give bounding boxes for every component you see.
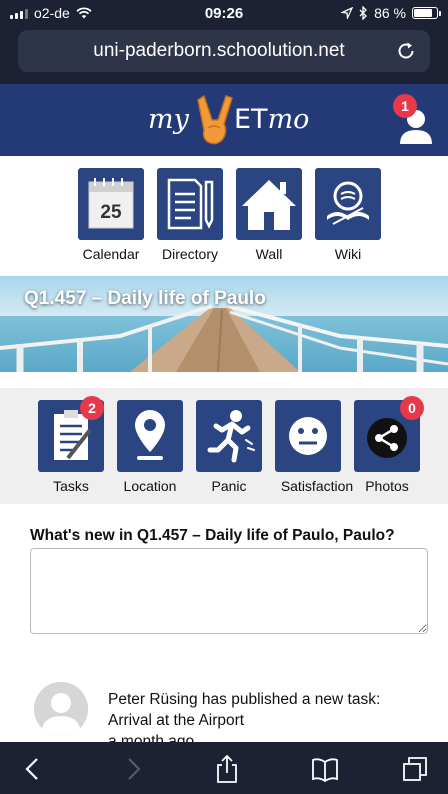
logo-et-text: ETmo: [234, 104, 309, 135]
group-banner: Q1.457 – Daily life of Paulo: [0, 276, 448, 372]
url-bar[interactable]: uni-paderborn.schoolution.net: [18, 30, 430, 72]
reload-icon[interactable]: [394, 39, 418, 63]
feed-item-line1: Peter Rüsing has published a new task:: [108, 691, 381, 708]
feed-item-line2: Arrival at the Airport: [108, 712, 245, 729]
logo-mo-text: mo: [267, 104, 310, 135]
status-bar: o2-de 09:26 86 %: [0, 0, 448, 26]
logo-my-text: my: [148, 104, 189, 135]
profile-button[interactable]: 1: [390, 94, 434, 144]
action-bar: 2 0 Tasks Location Panic Satisfaction Ph…: [0, 388, 448, 504]
logo-et-caps: ET: [234, 104, 268, 135]
notification-badge: 1: [393, 94, 417, 118]
battery-icon: [412, 7, 441, 19]
top-nav: 25 Calendar Directory Wall Wiki: [0, 156, 448, 274]
bookmarks-icon[interactable]: [310, 754, 340, 784]
calendar-day: 25: [100, 202, 122, 223]
wiki-label[interactable]: Wiki: [302, 246, 394, 262]
app-logo[interactable]: my ETmo: [130, 90, 320, 150]
battery-percent: 86 %: [374, 5, 406, 21]
app-header: my ETmo 1: [0, 84, 448, 156]
post-input[interactable]: [30, 548, 428, 634]
victory-hand-icon: [197, 94, 233, 145]
panic-runner-icon: [207, 410, 255, 463]
panic-tile[interactable]: [196, 400, 262, 472]
forward-icon[interactable]: [118, 754, 148, 784]
wall-tile[interactable]: [236, 168, 302, 240]
banner-title: Q1.457 – Daily life of Paulo: [24, 288, 266, 309]
calendar-icon: 25: [88, 178, 134, 229]
avatar[interactable]: [34, 682, 88, 736]
back-icon[interactable]: [18, 754, 48, 784]
location-tile[interactable]: [117, 400, 183, 472]
tasks-badge: 2: [80, 396, 104, 420]
wiki-tile[interactable]: [315, 168, 381, 240]
photos-label[interactable]: Photos: [341, 478, 433, 494]
satisfaction-tile[interactable]: [275, 400, 341, 472]
panic-label[interactable]: Panic: [183, 478, 275, 494]
location-arrow-icon: [341, 7, 354, 19]
smiley-icon: [289, 417, 327, 455]
directory-tile[interactable]: [157, 168, 223, 240]
photos-badge: 0: [400, 396, 424, 420]
url-text[interactable]: uni-paderborn.schoolution.net: [18, 40, 390, 62]
wiki-icon: [327, 181, 369, 225]
directory-icon: [167, 178, 214, 230]
status-right: 86 %: [341, 5, 441, 21]
share-toolbar-icon[interactable]: [212, 754, 242, 784]
post-question: What's new in Q1.457 – Daily life of Pau…: [30, 527, 395, 544]
tabs-icon[interactable]: [400, 754, 430, 784]
browser-chrome: o2-de 09:26 86 % uni-paderborn.schooluti…: [0, 0, 448, 84]
bluetooth-icon: [359, 6, 367, 20]
calendar-tile[interactable]: 25: [78, 168, 144, 240]
user-silhouette-icon: [34, 682, 88, 736]
house-icon: [242, 180, 296, 230]
browser-toolbar: [0, 742, 448, 794]
location-pin-icon: [135, 410, 165, 460]
